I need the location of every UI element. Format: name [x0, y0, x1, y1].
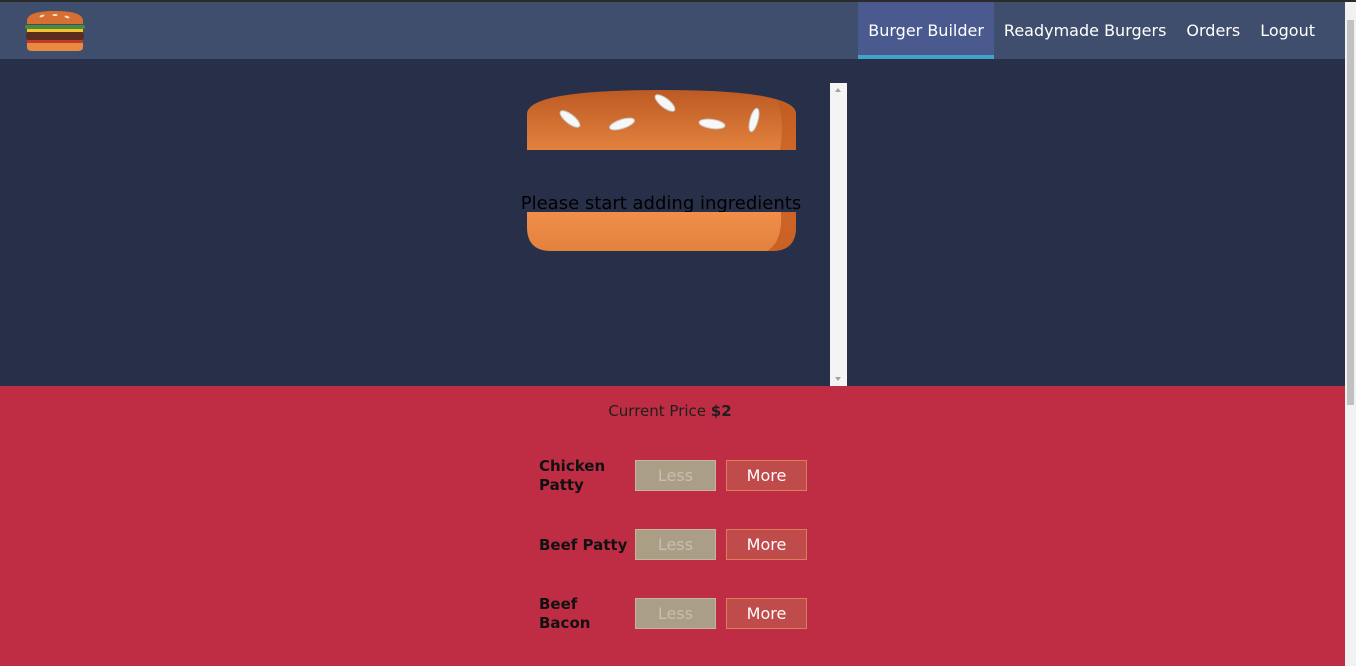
control-row-chicken-patty: Chicken Patty Less More — [538, 456, 818, 496]
less-beef-bacon-button[interactable]: Less — [635, 598, 716, 629]
nav-orders[interactable]: Orders — [1176, 2, 1250, 59]
build-controls: Current Price $2 Chicken Patty Less More … — [0, 386, 1345, 666]
scroll-down-arrow-icon[interactable] — [835, 377, 841, 381]
burger-logo-icon[interactable] — [22, 10, 88, 52]
control-row-beef-patty: Beef Patty Less More — [538, 525, 818, 565]
bread-top — [527, 90, 796, 150]
nav-logout[interactable]: Logout — [1250, 2, 1325, 59]
nav-readymade-burgers[interactable]: Readymade Burgers — [994, 2, 1176, 59]
burger-preview: Please start adding ingredients — [0, 59, 1345, 386]
less-beef-patty-button[interactable]: Less — [635, 529, 716, 560]
current-price: Current Price $2 — [0, 402, 1340, 420]
bread-bottom — [527, 212, 796, 251]
ingredient-label: Beef Patty — [539, 535, 628, 554]
more-beef-bacon-button[interactable]: More — [726, 598, 807, 629]
scroll-up-arrow-icon[interactable] — [835, 88, 841, 92]
ingredient-label: Chicken Patty — [539, 457, 606, 494]
ingredient-label: Beef Bacon — [539, 595, 591, 632]
control-row-beef-bacon: Beef Bacon Less More — [538, 594, 818, 634]
burger: Please start adding ingredients — [513, 83, 829, 386]
price-value: $2 — [710, 402, 732, 420]
empty-burger-message: Please start adding ingredients — [520, 193, 802, 214]
price-label: Current Price — [608, 402, 707, 420]
page-scrollbar-thumb[interactable] — [1347, 20, 1354, 405]
burger-scrollbar[interactable] — [830, 83, 847, 386]
more-beef-patty-button[interactable]: More — [726, 529, 807, 560]
toolbar: Burger Builder Readymade Burgers Orders … — [0, 2, 1345, 59]
main-nav: Burger Builder Readymade Burgers Orders … — [858, 2, 1325, 59]
more-chicken-patty-button[interactable]: More — [726, 460, 807, 491]
page-scrollbar[interactable] — [1345, 2, 1356, 666]
nav-burger-builder[interactable]: Burger Builder — [858, 2, 994, 59]
less-chicken-patty-button[interactable]: Less — [635, 460, 716, 491]
